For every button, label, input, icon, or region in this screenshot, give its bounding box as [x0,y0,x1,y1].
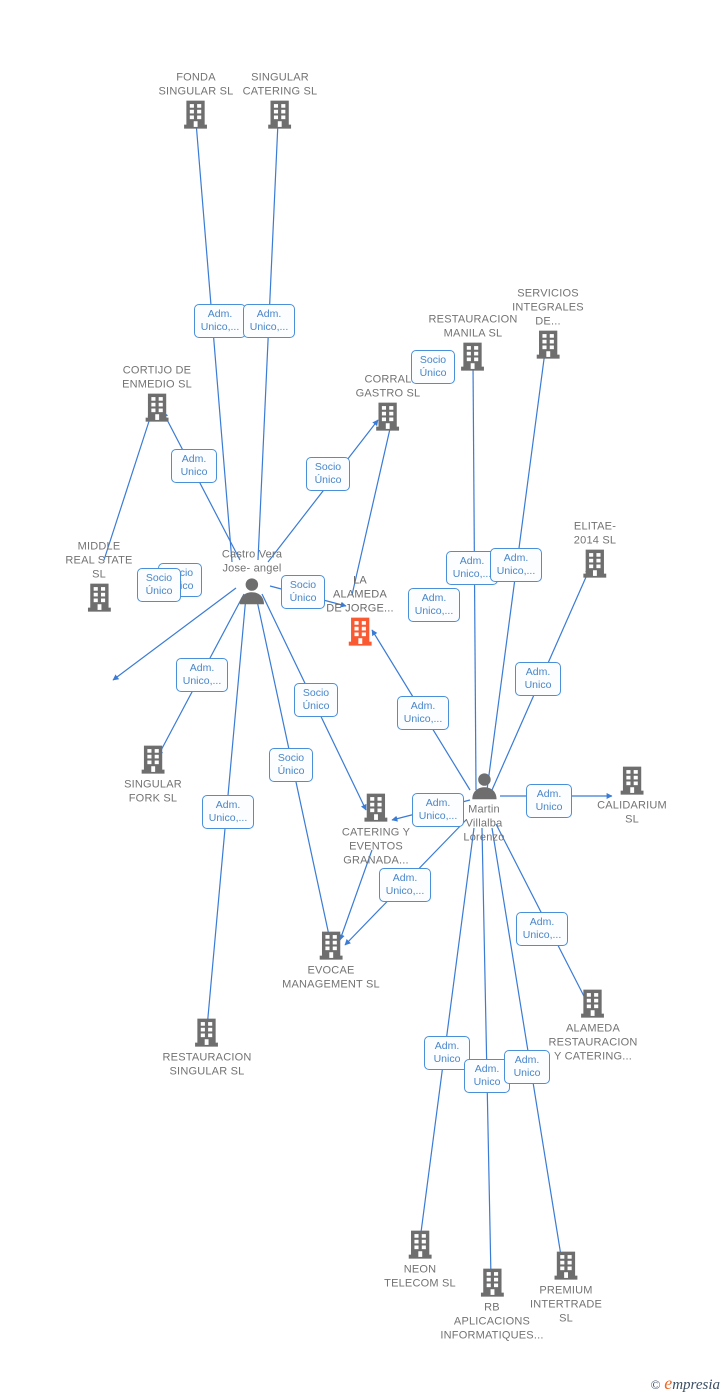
node-singular_fork[interactable]: SINGULAR FORK SL [124,745,182,806]
company-icon [243,100,318,132]
relation-label-r17[interactable]: Adm. Unico,... [202,795,254,829]
node-restauracion_singular[interactable]: RESTAURACION SINGULAR SL [163,1018,252,1079]
person-icon [222,577,282,607]
node-middle_real_state[interactable]: MIDDLE REAL STATE SL [65,540,132,615]
node-singular_catering[interactable]: SINGULAR CATERING SL [243,71,318,132]
node-label: ALAMEDA RESTAURACION Y CATERING... [548,1022,638,1063]
edge-castro_vera-to-corral_gastro [267,419,379,563]
relation-label-r2[interactable]: Adm. Unico,... [243,304,295,338]
relation-label-r16[interactable]: Socio Único [269,748,313,782]
relation-label-r20[interactable]: Adm. Unico,... [379,868,431,902]
org-relationship-diagram: FONDA SINGULAR SL SINGULAR CATERING SL COR… [0,0,728,1400]
node-rb_aplicacions[interactable]: RB APLICACIONS INFORMATIQUES... [440,1268,543,1343]
node-cortijo_enmedio[interactable]: CORTIJO DE ENMEDIO SL [122,364,192,425]
relation-label-r24[interactable]: Adm. Unico [504,1050,550,1084]
company-icon [512,330,584,362]
edge-middle_real_state-to-cortijo_enmedio [103,411,154,561]
node-evocae_management[interactable]: EVOCAE MANAGEMENT SL [282,931,380,992]
node-label: CORTIJO DE ENMEDIO SL [122,364,192,391]
node-label: EVOCAE MANAGEMENT SL [282,964,380,991]
company-icon [384,1230,456,1262]
company-icon [574,549,616,581]
node-label: RESTAURACION MANILA SL [428,313,518,340]
edge-castro_vera-to-singular_catering [257,121,281,561]
company-icon [440,1268,543,1300]
relation-label-r18[interactable]: Adm. Unico,... [412,793,464,827]
company-icon [326,617,394,649]
relation-label-r1[interactable]: Adm. Unico,... [194,304,246,338]
company-icon [549,989,638,1021]
edge-castro_vera-to-fonda_singular [193,121,233,563]
relation-label-r8[interactable]: Socio Único [281,575,325,609]
empresia-watermark: © empresia [651,1373,720,1394]
relation-label-r4[interactable]: Socio Único [306,457,350,491]
relation-label-r13[interactable]: Adm. Unico,... [176,658,228,692]
node-label: MIDDLE REAL STATE SL [65,540,133,581]
node-elitae_2014[interactable]: ELITAE- 2014 SL [574,520,616,581]
node-label: SINGULAR FORK SL [124,778,182,805]
node-servicios_integrales[interactable]: SERVICIOS INTEGRALES DE... [512,287,584,362]
brand-rest: mpresia [672,1377,720,1393]
relation-label-r15[interactable]: Adm. Unico,... [397,696,449,730]
node-martin_villalba[interactable]: Martin Villalba Lorenzo [463,772,504,845]
relation-label-r21[interactable]: Adm. Unico,... [516,912,568,946]
relation-label-r5[interactable]: Socio Único [411,350,455,384]
company-icon [356,402,421,434]
node-label: SERVICIOS INTEGRALES DE... [512,287,584,328]
relation-label-r11[interactable]: Adm. Unico,... [490,548,542,582]
edge-castro_vera-to-cortijo_enmedio [162,411,241,561]
node-label: Martin Villalba Lorenzo [463,803,505,844]
node-label: ELITAE- 2014 SL [573,520,617,547]
company-icon [530,1251,602,1283]
node-catering_eventos[interactable]: CATERING Y EVENTOS GRANADA... [342,793,410,868]
relation-label-r14[interactable]: Socio Único [294,683,338,717]
node-label: SINGULAR CATERING SL [242,71,318,98]
node-calidarium[interactable]: CALIDARIUM SL [597,766,667,827]
node-castro_vera[interactable]: Castro Vera Jose- angel [222,548,282,607]
company-icon [159,100,234,132]
node-premium_intertrade[interactable]: PREMIUM INTERTRADE SL [530,1251,602,1326]
relation-label-r9[interactable]: Adm. Unico,... [408,588,460,622]
company-icon [282,931,380,963]
edge-layer [103,121,613,1279]
node-label: FONDA SINGULAR SL [158,71,234,98]
relation-label-r12[interactable]: Adm. Unico [515,662,561,696]
node-label: LA ALAMEDA DE JORGE... [326,574,394,615]
node-fonda_singular[interactable]: FONDA SINGULAR SL [159,71,234,132]
company-icon [122,393,192,425]
node-alameda_restauracion[interactable]: ALAMEDA RESTAURACION Y CATERING... [549,989,638,1064]
person-icon [463,772,504,802]
node-la_alameda[interactable]: LA ALAMEDA DE JORGE... [326,574,394,649]
node-label: RB APLICACIONS INFORMATIQUES... [440,1301,544,1342]
company-icon [342,793,410,825]
node-label: CATERING Y EVENTOS GRANADA... [341,826,411,867]
node-label: PREMIUM INTERTRADE SL [529,1284,603,1325]
node-label: Castro Vera Jose- angel [221,548,283,575]
node-label: RESTAURACION SINGULAR SL [162,1051,252,1078]
company-icon [65,583,132,615]
node-corral_gastro[interactable]: CORRAL GASTRO SL [356,373,421,434]
company-icon [124,745,182,777]
company-icon [597,766,667,798]
relation-label-r7[interactable]: Socio Único [137,568,181,602]
copyright-symbol: © [650,1377,661,1392]
node-label: CALIDARIUM SL [597,799,667,826]
company-icon [163,1018,252,1050]
edge-martin_villalba-to-rb_aplicacions [481,827,494,1279]
relation-label-r3[interactable]: Adm. Unico [171,449,217,483]
relation-label-r19[interactable]: Adm. Unico [526,784,572,818]
